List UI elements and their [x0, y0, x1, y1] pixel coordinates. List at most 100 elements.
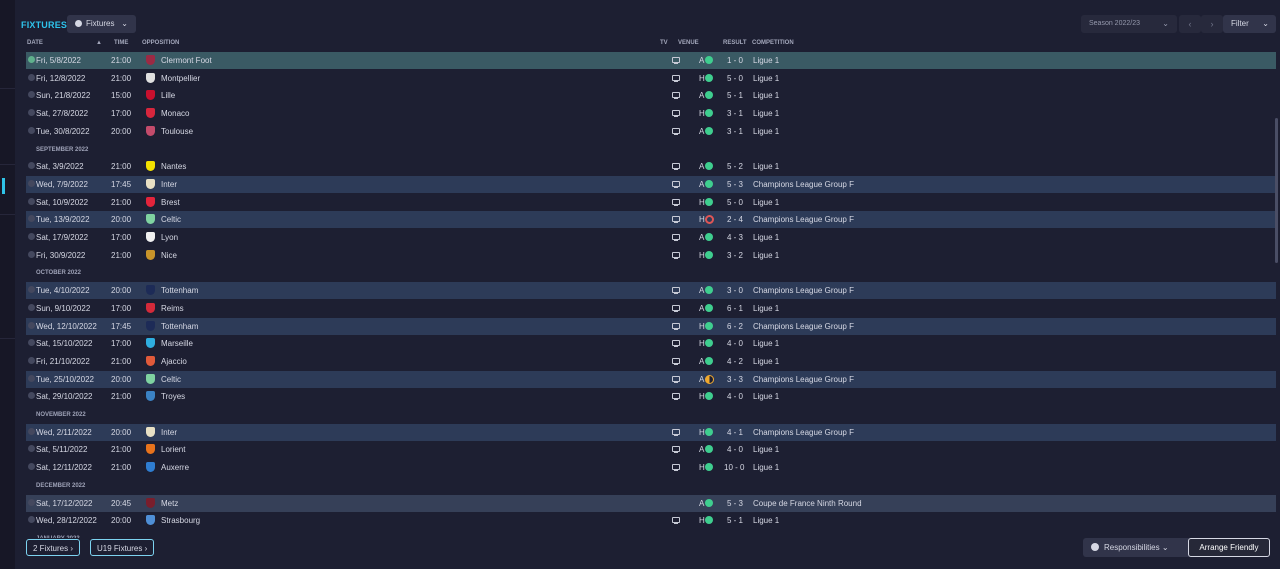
fixture-row[interactable]: Tue, 13/9/2022 20:00 Celtic H 2 - 4 Champions… — [26, 211, 1276, 229]
scrollbar[interactable] — [1275, 118, 1278, 263]
opposition-name[interactable]: Reims — [161, 304, 184, 313]
opposition-name[interactable]: Brest — [161, 198, 180, 207]
result-score[interactable]: 6 - 2 — [727, 322, 743, 331]
prev-season-button[interactable]: ‹ — [1179, 15, 1201, 33]
competition-name[interactable]: Ligue 1 — [753, 357, 779, 366]
competition-name[interactable]: Ligue 1 — [753, 445, 779, 454]
result-score[interactable]: 3 - 1 — [727, 127, 743, 136]
fixture-row[interactable]: Sat, 15/10/2022 17:00 Marseille H 4 - 0 Ligue… — [26, 335, 1276, 352]
fixture-row[interactable]: Wed, 12/10/2022 17:45 Tottenham H 6 - 2 Champ… — [26, 317, 1276, 335]
col-competition[interactable]: COMPETITION — [752, 40, 794, 46]
competition-name[interactable]: Ligue 1 — [753, 109, 779, 118]
fixture-row[interactable]: Sat, 17/12/2022 20:45 Metz A 5 - 3 Coupe de F… — [26, 494, 1276, 512]
result-score[interactable]: 5 - 2 — [727, 162, 743, 171]
result-score[interactable]: 4 - 1 — [727, 428, 743, 437]
competition-name[interactable]: Ligue 1 — [753, 56, 779, 65]
fixture-row[interactable]: Sat, 27/8/2022 17:00 Monaco H 3 - 1 Ligue 1 — [26, 105, 1276, 122]
result-score[interactable]: 4 - 3 — [727, 233, 743, 242]
opposition-name[interactable]: Inter — [161, 180, 177, 189]
col-date[interactable]: DATE — [27, 40, 43, 46]
result-score[interactable]: 4 - 0 — [727, 445, 743, 454]
result-score[interactable]: 3 - 0 — [727, 286, 743, 295]
fixture-row[interactable]: Sat, 10/9/2022 21:00 Brest H 5 - 0 Ligue 1 — [26, 194, 1276, 211]
fixture-row[interactable]: Sun, 9/10/2022 17:00 Reims A 6 - 1 Ligue 1 — [26, 300, 1276, 317]
competition-name[interactable]: Ligue 1 — [753, 162, 779, 171]
opposition-name[interactable]: Lille — [161, 91, 175, 100]
competition-name[interactable]: Ligue 1 — [753, 463, 779, 472]
competition-name[interactable]: Ligue 1 — [753, 516, 779, 525]
competition-name[interactable]: Ligue 1 — [753, 339, 779, 348]
col-venue[interactable]: VENUE — [678, 40, 699, 46]
fixture-row[interactable]: Sat, 29/10/2022 21:00 Troyes H 4 - 0 Ligue 1 — [26, 388, 1276, 405]
competition-name[interactable]: Ligue 1 — [753, 91, 779, 100]
competition-name[interactable]: Champions League Group F — [753, 375, 854, 384]
fixture-row[interactable]: Fri, 21/10/2022 21:00 Ajaccio A 4 - 2 Ligue 1 — [26, 353, 1276, 370]
competition-name[interactable]: Ligue 1 — [753, 233, 779, 242]
fixture-row[interactable]: Fri, 5/8/2022 21:00 Clermont Foot A 1 - 0 Lig… — [26, 52, 1276, 69]
opposition-name[interactable]: Nice — [161, 251, 177, 260]
competition-name[interactable]: Ligue 1 — [753, 127, 779, 136]
u19-fixtures-button[interactable]: U19 Fixtures › — [90, 539, 155, 556]
competition-name[interactable]: Ligue 1 — [753, 392, 779, 401]
fixture-row[interactable]: Sun, 21/8/2022 15:00 Lille A 5 - 1 Ligue 1 — [26, 87, 1276, 104]
opposition-name[interactable]: Monaco — [161, 109, 189, 118]
result-score[interactable]: 4 - 2 — [727, 357, 743, 366]
competition-name[interactable]: Ligue 1 — [753, 74, 779, 83]
col-time[interactable]: TIME — [114, 40, 128, 46]
opposition-name[interactable]: Montpellier — [161, 74, 200, 83]
opposition-name[interactable]: Auxerre — [161, 463, 189, 472]
season-selector[interactable]: Season 2022/23 ⌄ — [1081, 15, 1177, 33]
opposition-name[interactable]: Troyes — [161, 392, 185, 401]
responsibilities-button[interactable]: Responsibilities ⌄ — [1083, 538, 1198, 557]
sidebar-active-marker[interactable] — [2, 178, 5, 194]
competition-name[interactable]: Champions League Group F — [753, 322, 854, 331]
result-score[interactable]: 10 - 0 — [724, 463, 744, 472]
competition-name[interactable]: Champions League Group F — [753, 428, 854, 437]
view-dropdown[interactable]: Fixtures ⌄ — [67, 15, 136, 33]
competition-name[interactable]: Ligue 1 — [753, 251, 779, 260]
opposition-name[interactable]: Celtic — [161, 375, 181, 384]
result-score[interactable]: 5 - 3 — [727, 180, 743, 189]
col-result[interactable]: RESULT — [723, 40, 747, 46]
fixture-row[interactable]: Sat, 3/9/2022 21:00 Nantes A 5 - 2 Ligue 1 — [26, 158, 1276, 175]
fixture-row[interactable]: Sat, 17/9/2022 17:00 Lyon A 4 - 3 Ligue 1 — [26, 229, 1276, 246]
opposition-name[interactable]: Lorient — [161, 445, 185, 454]
result-score[interactable]: 4 - 0 — [727, 392, 743, 401]
fixture-row[interactable]: Tue, 30/8/2022 20:00 Toulouse A 3 - 1 Ligue 1 — [26, 123, 1276, 140]
col-opposition[interactable]: OPPOSITION — [142, 40, 179, 46]
result-score[interactable]: 5 - 0 — [727, 198, 743, 207]
opposition-name[interactable]: Metz — [161, 499, 178, 508]
fixture-row[interactable]: Sat, 12/11/2022 21:00 Auxerre H 10 - 0 Ligue … — [26, 459, 1276, 476]
arrange-friendly-button[interactable]: Arrange Friendly — [1188, 538, 1270, 557]
competition-name[interactable]: Ligue 1 — [753, 198, 779, 207]
result-score[interactable]: 2 - 4 — [727, 215, 743, 224]
result-score[interactable]: 5 - 0 — [727, 74, 743, 83]
result-score[interactable]: 5 - 1 — [727, 516, 743, 525]
competition-name[interactable]: Champions League Group F — [753, 180, 854, 189]
col-tv[interactable]: TV — [660, 40, 668, 46]
competition-name[interactable]: Champions League Group F — [753, 215, 854, 224]
sort-arrow-icon[interactable]: ▲ — [96, 40, 102, 46]
fixtures-count-button[interactable]: 2 Fixtures › — [26, 539, 81, 556]
result-score[interactable]: 1 - 0 — [727, 56, 743, 65]
result-score[interactable]: 4 - 0 — [727, 339, 743, 348]
opposition-name[interactable]: Tottenham — [161, 286, 198, 295]
opposition-name[interactable]: Clermont Foot — [161, 56, 212, 65]
result-score[interactable]: 3 - 3 — [727, 375, 743, 384]
fixture-row[interactable]: Wed, 28/12/2022 20:00 Strasbourg H 5 - 1 Ligu… — [26, 512, 1276, 529]
opposition-name[interactable]: Strasbourg — [161, 516, 200, 525]
result-score[interactable]: 5 - 3 — [727, 499, 743, 508]
opposition-name[interactable]: Toulouse — [161, 127, 193, 136]
fixture-row[interactable]: Tue, 4/10/2022 20:00 Tottenham A 3 - 0 Champi… — [26, 282, 1276, 300]
result-score[interactable]: 3 - 2 — [727, 251, 743, 260]
filter-button[interactable]: Filter ⌄ — [1223, 15, 1276, 33]
fixture-row[interactable]: Wed, 7/9/2022 17:45 Inter A 5 - 3 Champions L… — [26, 175, 1276, 193]
opposition-name[interactable]: Marseille — [161, 339, 193, 348]
result-score[interactable]: 5 - 1 — [727, 91, 743, 100]
opposition-name[interactable]: Tottenham — [161, 322, 198, 331]
competition-name[interactable]: Ligue 1 — [753, 304, 779, 313]
opposition-name[interactable]: Lyon — [161, 233, 178, 242]
opposition-name[interactable]: Inter — [161, 428, 177, 437]
fixture-row[interactable]: Wed, 2/11/2022 20:00 Inter H 4 - 1 Champions … — [26, 423, 1276, 441]
competition-name[interactable]: Champions League Group F — [753, 286, 854, 295]
